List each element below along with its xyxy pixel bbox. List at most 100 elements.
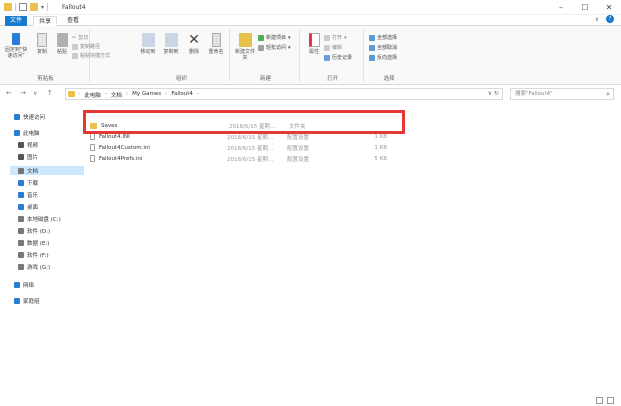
sidebar-item[interactable]: 下载: [18, 178, 38, 187]
sidebar-item-label: 数据 (E:): [27, 240, 50, 247]
sidebar-item[interactable]: 数据 (E:): [18, 238, 49, 247]
file-row[interactable]: Fallout4Prefs.ini 2018/6/15 星期... 配置设置 5 KB: [90, 154, 390, 163]
tab-view[interactable]: 查看: [62, 16, 84, 26]
back-arrow-icon[interactable]: ←: [6, 89, 12, 97]
invert-selection-button[interactable]: 反向选择: [369, 54, 397, 61]
copy-path-icon: [72, 43, 78, 50]
minimize-button[interactable]: –: [549, 0, 573, 15]
new-folder-icon[interactable]: [30, 3, 38, 11]
new-folder-label: 新建文件夹: [234, 49, 255, 61]
sidebar-item[interactable]: 网络: [14, 280, 34, 289]
help-icon[interactable]: ?: [606, 15, 614, 23]
pin-label: 固定到"快速访问": [4, 47, 28, 59]
sidebar-item-label: 此电脑: [23, 130, 40, 137]
breadcrumb-fallout4[interactable]: Fallout4: [171, 91, 193, 99]
history-button[interactable]: 历史记录: [324, 54, 352, 61]
large-icons-view-icon[interactable]: [607, 397, 614, 404]
edit-button[interactable]: 编辑: [324, 44, 342, 51]
sidebar-item[interactable]: 图片: [18, 152, 38, 161]
file-type: 配置设置: [287, 156, 310, 163]
select-none-icon: [369, 44, 375, 51]
file-date: 2018/6/15 星期...: [227, 145, 274, 152]
sidebar-item[interactable]: 音乐: [18, 190, 38, 199]
history-icon: [324, 54, 330, 61]
properties-button[interactable]: 属性: [305, 33, 323, 55]
organize-group: 移动到 复制到 ✕ 删除 重命名 组织: [134, 29, 230, 82]
sidebar-item-label: 桌面: [27, 204, 39, 211]
refresh-icon[interactable]: ↻: [494, 90, 499, 97]
new-folder-button[interactable]: 新建文件夹: [234, 33, 256, 61]
drive-icon: [18, 239, 24, 246]
sidebar-item[interactable]: 本地磁盘 (C:): [18, 214, 61, 223]
expand-ribbon-icon[interactable]: ∨: [595, 16, 599, 23]
paste-shortcut-label: 粘贴快捷方式: [80, 53, 111, 59]
details-view-icon[interactable]: [596, 397, 603, 404]
sidebar-item-label: 音乐: [27, 192, 39, 199]
copy-icon: [37, 33, 47, 47]
forward-arrow-icon[interactable]: →: [20, 89, 26, 97]
breadcrumb-documents[interactable]: 文档: [111, 91, 122, 99]
file-date: 2018/6/15 星期...: [227, 156, 274, 163]
open-button[interactable]: 打开 ▾: [324, 34, 347, 41]
sidebar-item[interactable]: 软件 (D:): [18, 226, 50, 235]
customize-chevron-icon[interactable]: ▾: [41, 4, 44, 11]
desktop-icon: [18, 203, 24, 210]
up-arrow-icon[interactable]: ↑: [47, 89, 53, 97]
select-none-button[interactable]: 全部取消: [369, 44, 397, 51]
copy-path-button[interactable]: 复制路径: [72, 43, 100, 50]
recent-locations-chevron-icon[interactable]: ∨: [33, 90, 37, 97]
properties-icon[interactable]: [19, 3, 27, 11]
sidebar-item[interactable]: 桌面: [18, 202, 38, 211]
address-dropdown-icon[interactable]: ∨: [488, 90, 492, 97]
easy-access-button[interactable]: 轻松访问 ▾: [258, 44, 291, 51]
pin-quick-access-button[interactable]: 固定到"快速访问": [3, 33, 29, 59]
paste-button[interactable]: 粘贴: [54, 33, 70, 55]
sidebar-item[interactable]: 文档: [10, 166, 84, 175]
sidebar-item-label: 软件 (F:): [27, 252, 49, 259]
file-row[interactable]: Fallout4Custom.ini 2018/6/15 星期... 配置设置 1 K…: [90, 143, 390, 152]
invert-selection-label: 反向选择: [377, 55, 398, 61]
breadcrumb-my-games[interactable]: My Games: [132, 91, 161, 99]
search-input[interactable]: 搜索"Fallout4" ⌕: [510, 88, 614, 100]
sidebar-item-label: 网络: [23, 282, 35, 289]
close-button[interactable]: ✕: [597, 0, 621, 15]
copy-button[interactable]: 复制: [34, 33, 50, 55]
sidebar-item[interactable]: 游戏 (G:): [18, 262, 50, 271]
file-name: Fallout4.INI: [99, 133, 130, 140]
rename-button[interactable]: 重命名: [205, 33, 227, 55]
sidebar-item[interactable]: 此电脑: [14, 128, 40, 137]
move-to-button[interactable]: 移动到: [138, 33, 158, 55]
sidebar-item[interactable]: 软件 (F:): [18, 250, 49, 259]
copy-to-button[interactable]: 复制到: [161, 33, 181, 55]
address-bar[interactable]: › 此电脑 › 文档 › My Games › Fallout4 › ∨ ↻: [65, 88, 503, 100]
breadcrumb-this-pc[interactable]: 此电脑: [84, 91, 101, 99]
open-group: 属性 打开 ▾ 编辑 历史记录 打开: [302, 29, 364, 82]
sidebar-item[interactable]: 视频: [18, 140, 38, 149]
sidebar-item[interactable]: 快速访问: [14, 112, 45, 121]
cut-button[interactable]: ✂ 剪切: [72, 34, 88, 42]
select-all-button[interactable]: 全部选择: [369, 34, 397, 41]
delete-button[interactable]: ✕ 删除: [185, 33, 203, 55]
sidebar-item[interactable]: 家庭组: [14, 296, 40, 305]
organize-group-label: 组织: [175, 76, 187, 82]
sidebar-item-label: 文档: [27, 168, 39, 175]
title-bar: ▾ Fallout4 – ☐ ✕: [0, 0, 621, 15]
file-name: Fallout4Custom.ini: [99, 144, 150, 151]
document-icon: [18, 167, 24, 174]
tab-share[interactable]: 共享: [33, 16, 58, 26]
tab-file[interactable]: 文件: [5, 16, 28, 26]
address-row: ← → ∨ ↑ › 此电脑 › 文档 › My Games › Fallout4…: [0, 86, 621, 102]
edit-icon: [324, 44, 330, 51]
pin-icon: [12, 33, 20, 45]
new-item-button[interactable]: 新建项目 ▾: [258, 34, 291, 41]
search-icon: ⌕: [606, 90, 610, 98]
copy-to-label: 复制到: [163, 49, 179, 55]
paste-label: 粘贴: [56, 49, 67, 55]
folder-icon: [4, 3, 12, 11]
file-list: Saves 2018/6/15 星期... 文件夹 Fallout4.INI 2018/…: [85, 104, 621, 406]
maximize-button[interactable]: ☐: [573, 0, 597, 15]
paste-shortcut-button[interactable]: 粘贴快捷方式: [72, 52, 110, 59]
file-name: Fallout4Prefs.ini: [99, 155, 143, 162]
copy-to-icon: [164, 33, 178, 47]
star-icon: [14, 113, 20, 120]
